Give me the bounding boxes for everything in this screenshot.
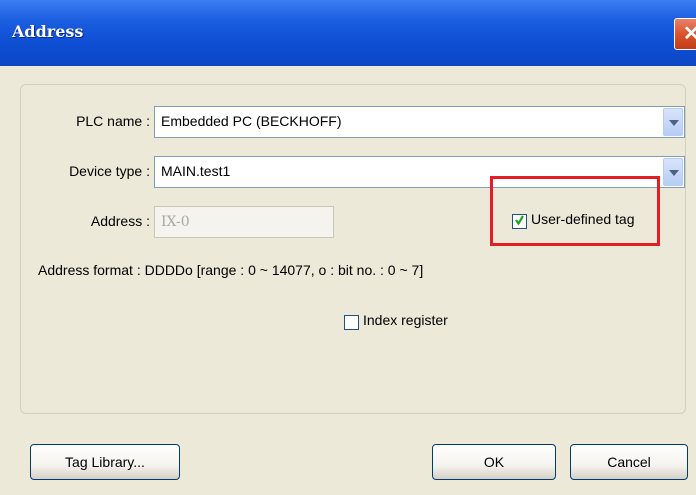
index-register-checkbox[interactable] [344,315,359,330]
address-format-text: Address format : DDDDo [range : 0 ~ 1407… [38,262,424,278]
device-type-value: MAIN.test1 [161,163,231,179]
cancel-button[interactable]: Cancel [570,444,688,480]
chevron-down-icon[interactable] [663,158,683,186]
close-button[interactable]: ✕ [674,18,696,50]
address-label: Address : [90,213,150,229]
close-icon: ✕ [683,23,696,45]
device-type-label: Device type : [69,163,150,179]
address-input[interactable]: IX-0 [154,206,334,238]
plc-name-label: PLC name : [76,113,150,129]
plc-name-value: Embedded PC (BECKHOFF) [161,113,342,129]
ok-button[interactable]: OK [432,444,556,480]
chevron-down-icon[interactable] [663,108,683,136]
address-value: IX-0 [161,214,190,230]
highlight-annotation [490,176,660,246]
window-title: Address [12,22,84,41]
dialog-body: PLC name : Embedded PC (BECKHOFF) Device… [0,66,696,495]
title-bar[interactable]: Address ✕ [0,0,696,66]
tag-library-button[interactable]: Tag Library... [30,444,180,480]
plc-name-select[interactable]: Embedded PC (BECKHOFF) [154,106,685,138]
index-register-label[interactable]: Index register [363,312,448,328]
